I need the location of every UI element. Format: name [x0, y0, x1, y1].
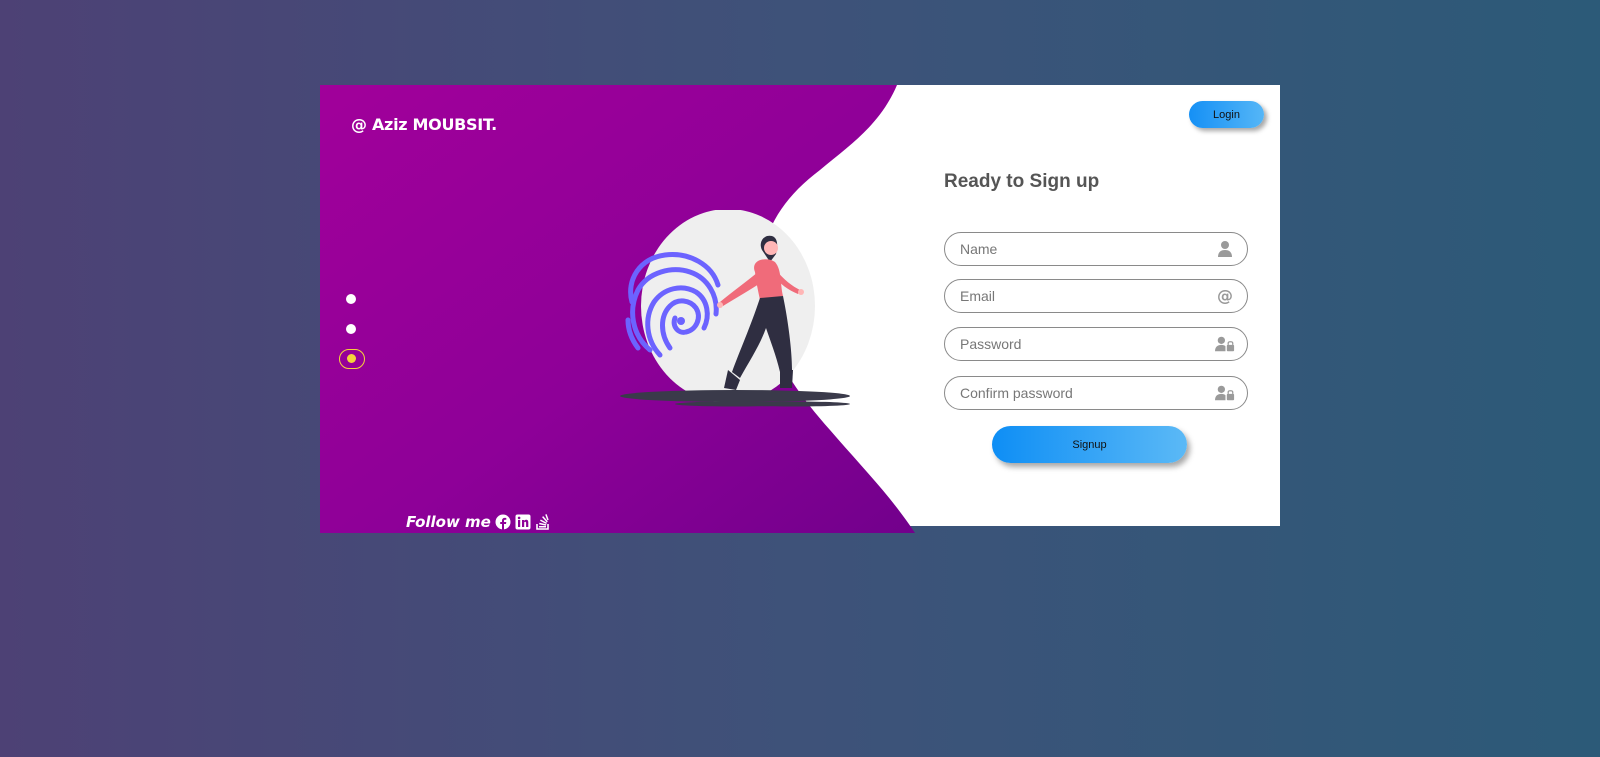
signup-button[interactable]: Signup	[992, 426, 1187, 463]
brand-logo: @ Aziz MOUBSIT.	[351, 115, 497, 134]
carousel-dot-1[interactable]	[346, 294, 356, 304]
password-field[interactable]	[944, 327, 1248, 361]
confirm-password-field[interactable]	[944, 376, 1248, 410]
user-icon	[1218, 241, 1232, 257]
carousel-dot-2[interactable]	[346, 324, 356, 334]
name-field[interactable]	[944, 232, 1248, 266]
name-input[interactable]	[960, 233, 1200, 265]
signup-card: @ Aziz MOUBSIT. Follow me Login Ready to…	[320, 85, 1280, 533]
carousel-dot-3-active[interactable]	[339, 349, 365, 369]
follow-me-bar: Follow me	[406, 513, 551, 531]
form-title: Ready to Sign up	[944, 171, 1100, 192]
user-lock-icon	[1215, 336, 1235, 352]
linkedin-icon[interactable]	[515, 514, 531, 530]
fingerprint-woman-illustration	[620, 210, 850, 407]
confirm-password-input[interactable]	[960, 377, 1200, 409]
password-input[interactable]	[960, 328, 1200, 360]
facebook-icon[interactable]	[495, 514, 511, 530]
svg-text:@: @	[1217, 287, 1233, 305]
follow-me-label: Follow me	[406, 513, 491, 531]
login-button[interactable]: Login	[1189, 101, 1264, 128]
email-field[interactable]: @	[944, 279, 1248, 313]
user-lock-icon	[1215, 385, 1235, 401]
stackoverflow-icon[interactable]	[535, 514, 551, 530]
at-icon: @	[1217, 287, 1233, 305]
email-input[interactable]	[960, 280, 1200, 312]
